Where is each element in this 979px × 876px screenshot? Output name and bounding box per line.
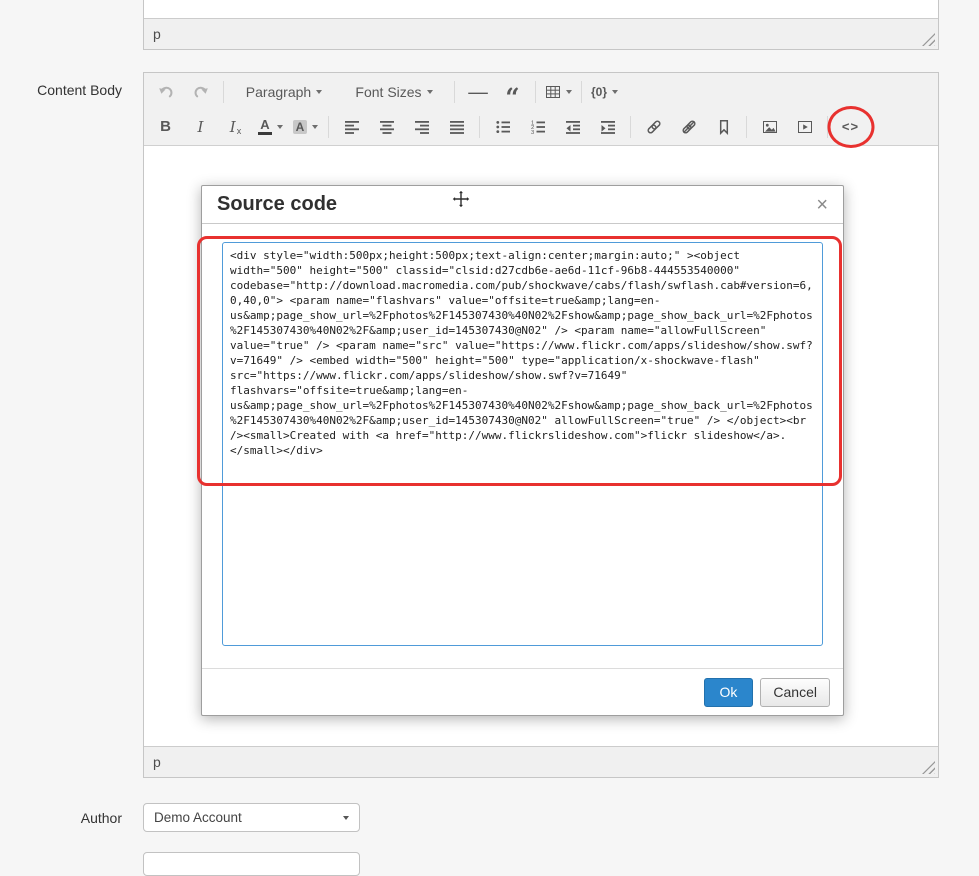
text-color-icon: A <box>258 118 272 135</box>
toolbar-separator <box>630 115 631 138</box>
align-left-icon <box>344 120 359 134</box>
close-icon[interactable]: × <box>816 195 828 215</box>
numbered-list-icon: 1 2 3 <box>531 120 545 135</box>
undo-button[interactable] <box>149 77 182 106</box>
bullet-list-button[interactable] <box>486 112 519 141</box>
insert-media-button[interactable] <box>788 112 821 141</box>
previous-editor: p <box>143 0 939 50</box>
text-color-button[interactable]: A <box>254 112 287 141</box>
chevron-down-icon <box>316 89 323 94</box>
dialog-header[interactable]: Source code × <box>202 186 843 224</box>
bold-button[interactable]: B <box>149 112 182 141</box>
horizontal-rule-button[interactable]: — <box>461 77 494 106</box>
dialog-body: <div style="width:500px;height:500px;tex… <box>202 224 843 646</box>
source-code-textarea[interactable]: <div style="width:500px;height:500px;tex… <box>222 242 823 646</box>
element-path[interactable]: p <box>144 754 170 770</box>
chevron-down-icon <box>343 815 349 820</box>
align-center-icon <box>379 120 394 134</box>
bullet-list-icon <box>495 120 510 133</box>
clear-formatting-sub: x <box>236 125 242 136</box>
unlink-icon <box>681 119 696 134</box>
indent-icon <box>600 120 615 134</box>
chevron-down-icon <box>612 89 618 94</box>
dialog-title: Source code <box>217 193 338 215</box>
author-select[interactable]: Demo Account <box>143 803 360 832</box>
bookmark-icon <box>719 119 728 135</box>
toolbar-separator <box>328 115 329 138</box>
paragraph-format-label: Paragraph <box>245 83 312 100</box>
toolbar-separator <box>535 80 536 103</box>
resize-grip-icon[interactable] <box>922 33 935 46</box>
align-right-button[interactable] <box>405 112 438 141</box>
svg-text:3: 3 <box>531 129 534 134</box>
resize-grip-icon[interactable] <box>922 761 935 774</box>
cancel-button[interactable]: Cancel <box>760 677 830 707</box>
link-icon <box>646 119 661 134</box>
background-color-icon: A <box>292 119 308 134</box>
bold-icon: B <box>160 118 171 135</box>
undo-icon <box>158 86 172 97</box>
table-icon <box>546 85 560 98</box>
paragraph-format-select[interactable]: Paragraph <box>230 77 338 106</box>
element-path[interactable]: p <box>144 26 170 42</box>
toolbar-separator <box>581 80 582 103</box>
dialog-footer: Ok Cancel <box>202 668 843 715</box>
anchor-button[interactable] <box>707 112 740 141</box>
chevron-down-icon <box>277 124 283 129</box>
numbered-list-button[interactable]: 1 2 3 <box>521 112 554 141</box>
source-code-dialog: Source code × <div style="width:500px;he… <box>201 185 844 716</box>
chevron-down-icon <box>566 89 572 94</box>
blockquote-button[interactable]: “ <box>496 77 529 112</box>
blockquote-icon: “ <box>505 82 520 112</box>
insert-image-button[interactable] <box>753 112 786 141</box>
italic-button[interactable]: I <box>184 112 217 141</box>
redo-icon <box>194 86 208 97</box>
source-code-icon: <> <box>841 119 860 134</box>
background-color-button[interactable]: A <box>289 112 322 141</box>
token-menu-button[interactable]: {0} <box>588 77 621 106</box>
toolbar-row-1: Paragraph Font Sizes — “ {0} <box>148 74 934 112</box>
align-center-button[interactable] <box>370 112 403 141</box>
author-label: Author <box>80 810 122 826</box>
toolbar-separator <box>454 80 455 103</box>
toolbar-separator <box>827 115 828 138</box>
font-sizes-label: Font Sizes <box>355 83 422 100</box>
insert-link-button[interactable] <box>637 112 670 141</box>
chevron-down-icon <box>312 124 319 129</box>
remove-link-button[interactable] <box>672 112 705 141</box>
author-select-value: Demo Account <box>154 810 242 825</box>
previous-editor-statusbar: p <box>144 18 938 49</box>
redo-button[interactable] <box>184 77 217 106</box>
clear-formatting-icon: I <box>229 117 236 136</box>
editor-statusbar: p <box>144 746 938 777</box>
align-left-button[interactable] <box>335 112 368 141</box>
toolbar-row-2: B I I x A A 1 2 3 <> <box>148 105 934 148</box>
ok-button[interactable]: Ok <box>703 677 754 707</box>
media-icon <box>797 120 812 133</box>
table-menu-button[interactable] <box>542 77 575 106</box>
content-body-label: Content Body <box>37 82 122 98</box>
outdent-button[interactable] <box>556 112 589 141</box>
chevron-down-icon <box>426 89 433 94</box>
source-code-button[interactable]: <> <box>827 105 874 148</box>
toolbar-separator <box>479 115 480 138</box>
align-justify-button[interactable] <box>440 112 473 141</box>
italic-icon: I <box>197 117 204 136</box>
align-right-icon <box>414 120 429 134</box>
indent-button[interactable] <box>591 112 624 141</box>
editor-toolbar: Paragraph Font Sizes — “ {0} B I I x A A… <box>144 73 938 148</box>
outdent-icon <box>565 120 580 134</box>
toolbar-separator <box>223 80 224 103</box>
toolbar-separator <box>746 115 747 138</box>
clear-formatting-button[interactable]: I x <box>219 112 252 141</box>
token-icon: {0} <box>590 84 607 99</box>
next-field-input[interactable] <box>143 852 360 876</box>
image-icon <box>762 120 777 133</box>
align-justify-icon <box>449 120 464 134</box>
font-sizes-select[interactable]: Font Sizes <box>340 77 448 106</box>
horizontal-rule-icon: — <box>467 83 488 100</box>
